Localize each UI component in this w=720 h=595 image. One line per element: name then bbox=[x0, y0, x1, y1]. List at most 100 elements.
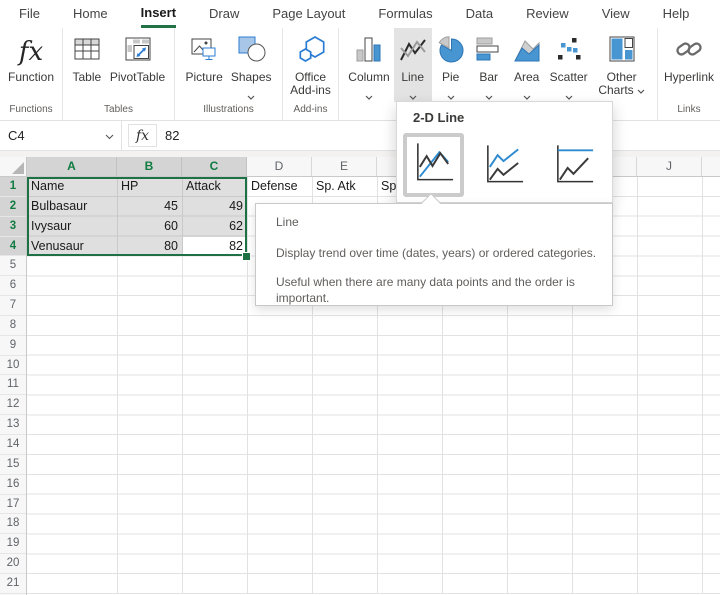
row-header-7[interactable]: 7 bbox=[0, 296, 26, 316]
ribbon-group-addins: Office Add-ins Add-ins bbox=[283, 28, 339, 120]
tab-file[interactable]: File bbox=[19, 0, 40, 28]
line-chart-icon bbox=[398, 35, 428, 68]
tab-data[interactable]: Data bbox=[466, 0, 493, 28]
row-header-3[interactable]: 3 bbox=[0, 217, 26, 237]
other-charts-button[interactable]: Other Charts bbox=[592, 28, 652, 102]
row-header-14[interactable]: 14 bbox=[0, 435, 26, 455]
row-header-12[interactable]: 12 bbox=[0, 395, 26, 415]
shapes-button[interactable]: Shapes bbox=[227, 28, 276, 102]
cell-c3[interactable]: 62 bbox=[182, 217, 247, 237]
row-header-15[interactable]: 15 bbox=[0, 455, 26, 475]
table-button[interactable]: Table bbox=[68, 28, 106, 102]
cell-a2[interactable]: Bulbasaur bbox=[27, 197, 117, 217]
hyperlink-label: Hyperlink bbox=[664, 71, 714, 84]
tab-help[interactable]: Help bbox=[663, 0, 690, 28]
row-header-10[interactable]: 10 bbox=[0, 356, 26, 376]
cell-c4-active[interactable]: 82 bbox=[182, 237, 247, 257]
column-header-a[interactable]: A bbox=[27, 157, 117, 176]
stacked-line-chart-option-icon bbox=[481, 175, 526, 192]
group-label-addins: Add-ins bbox=[283, 102, 338, 120]
pie-chart-label: Pie bbox=[442, 71, 459, 84]
row-header-20[interactable]: 20 bbox=[0, 554, 26, 574]
row-header-19[interactable]: 19 bbox=[0, 534, 26, 554]
bar-chart-button[interactable]: Bar bbox=[470, 28, 508, 102]
row-header-18[interactable]: 18 bbox=[0, 514, 26, 534]
cell-c1[interactable]: Attack bbox=[182, 177, 247, 197]
area-chart-icon bbox=[512, 35, 542, 68]
cell-c2[interactable]: 49 bbox=[182, 197, 247, 217]
column-header-j[interactable]: J bbox=[637, 157, 702, 176]
cell-b1[interactable]: HP bbox=[117, 177, 182, 197]
group-label-functions: Functions bbox=[0, 102, 62, 120]
tab-draw[interactable]: Draw bbox=[209, 0, 239, 28]
scatter-chart-button[interactable]: Scatter bbox=[546, 28, 592, 102]
line-chart-option-selected[interactable] bbox=[403, 133, 464, 197]
table-label: Table bbox=[72, 71, 101, 84]
office-addins-icon bbox=[296, 35, 326, 68]
area-chart-button[interactable]: Area bbox=[508, 28, 546, 102]
namebox-dropdown-icon[interactable] bbox=[105, 128, 114, 143]
row-header-1[interactable]: 1 bbox=[0, 177, 26, 197]
stacked-line-chart-option[interactable] bbox=[481, 142, 526, 193]
cell-e1[interactable]: Sp. Atk bbox=[312, 177, 377, 197]
cell-b4[interactable]: 80 bbox=[117, 237, 182, 257]
cell-d1[interactable]: Defense bbox=[247, 177, 312, 197]
bar-chart-label: Bar bbox=[479, 71, 498, 84]
row-header-17[interactable]: 17 bbox=[0, 495, 26, 515]
row-header-9[interactable]: 9 bbox=[0, 336, 26, 356]
hyperlink-chain-icon bbox=[674, 36, 704, 67]
row-header-21[interactable]: 21 bbox=[0, 574, 26, 594]
pivottable-label: PivotTable bbox=[110, 71, 165, 84]
row-header-6[interactable]: 6 bbox=[0, 276, 26, 296]
tab-page-layout[interactable]: Page Layout bbox=[272, 0, 345, 28]
row-header-4[interactable]: 4 bbox=[0, 237, 26, 257]
column-header-b[interactable]: B bbox=[117, 157, 182, 176]
office-addins-button[interactable]: Office Add-ins bbox=[281, 28, 341, 102]
select-all-corner[interactable] bbox=[0, 157, 27, 176]
fill-handle[interactable] bbox=[242, 252, 251, 261]
table-icon bbox=[72, 34, 102, 69]
cell-b3[interactable]: 60 bbox=[117, 217, 182, 237]
pivottable-button[interactable]: PivotTable bbox=[106, 28, 169, 102]
column-header-e[interactable]: E bbox=[312, 157, 377, 176]
tab-view[interactable]: View bbox=[602, 0, 630, 28]
name-box[interactable]: C4 bbox=[0, 121, 122, 150]
ribbon-group-functions: fx Function Functions bbox=[0, 28, 63, 120]
chevron-down-icon bbox=[247, 87, 255, 92]
line-chart-dropdown: 2-D Line bbox=[396, 101, 613, 203]
column-header-d[interactable]: D bbox=[247, 157, 312, 176]
tab-review[interactable]: Review bbox=[526, 0, 569, 28]
column-header-c[interactable]: C bbox=[182, 157, 247, 176]
column-chart-button[interactable]: Column bbox=[344, 28, 393, 102]
cell-b2[interactable]: 45 bbox=[117, 197, 182, 217]
column-chart-icon bbox=[354, 35, 384, 68]
gridline bbox=[702, 177, 703, 594]
excel-app-window: File Home Insert Draw Page Layout Formul… bbox=[0, 0, 720, 595]
row-header-5[interactable]: 5 bbox=[0, 256, 26, 276]
cell-a1[interactable]: Name bbox=[27, 177, 117, 197]
line-chart-button[interactable]: Line bbox=[394, 28, 432, 102]
ribbon-group-links: Hyperlink Links bbox=[658, 28, 720, 120]
row-header-2[interactable]: 2 bbox=[0, 197, 26, 217]
column-header-partial[interactable] bbox=[702, 157, 720, 176]
hyperlink-button[interactable]: Hyperlink bbox=[660, 28, 718, 102]
chevron-down-icon bbox=[565, 87, 573, 92]
group-label-illustrations: Illustrations bbox=[175, 102, 282, 120]
tab-insert[interactable]: Insert bbox=[141, 0, 176, 28]
stacked-100-line-chart-option[interactable] bbox=[551, 142, 596, 193]
cell-a4[interactable]: Venusaur bbox=[27, 237, 117, 257]
row-header-8[interactable]: 8 bbox=[0, 316, 26, 336]
pie-chart-button[interactable]: Pie bbox=[432, 28, 470, 102]
scatter-chart-icon bbox=[555, 35, 583, 68]
picture-button[interactable]: Picture bbox=[181, 28, 226, 102]
row-header-13[interactable]: 13 bbox=[0, 415, 26, 435]
cell-a3[interactable]: Ivysaur bbox=[27, 217, 117, 237]
row-header-11[interactable]: 11 bbox=[0, 375, 26, 395]
row-header-16[interactable]: 16 bbox=[0, 475, 26, 495]
tab-home[interactable]: Home bbox=[73, 0, 108, 28]
office-addins-label: Office Add-ins bbox=[285, 71, 337, 97]
function-button[interactable]: fx Function bbox=[4, 28, 58, 102]
insert-function-button[interactable]: fx bbox=[128, 124, 157, 147]
tab-formulas[interactable]: Formulas bbox=[378, 0, 432, 28]
ribbon-group-illustrations: Picture Shapes Illustrations bbox=[175, 28, 283, 120]
